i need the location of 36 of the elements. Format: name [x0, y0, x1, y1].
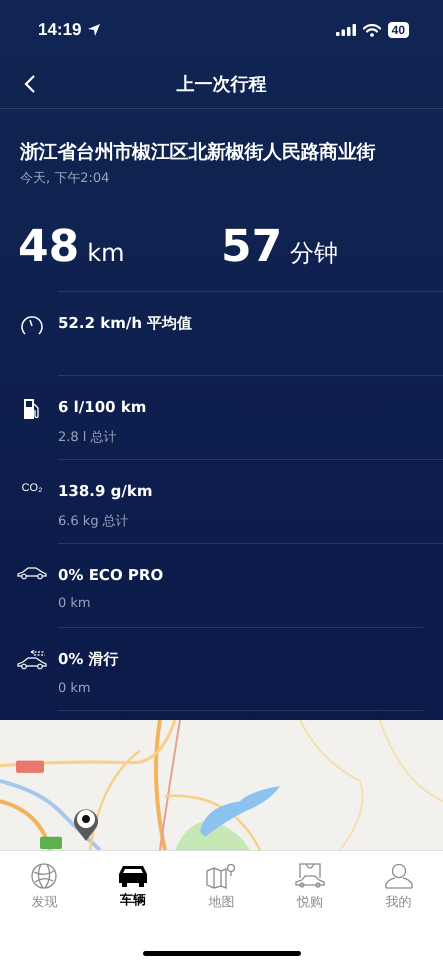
- summary-unit: 分钟: [290, 238, 338, 269]
- metric-value: 0% ECO PRO: [58, 566, 164, 584]
- trip-address: 浙江省台州市椒江区北新椒街人民路商业街: [20, 140, 376, 165]
- metric-subtitle: 2.8 l 总计: [58, 429, 118, 446]
- summary-unit: km: [87, 239, 125, 267]
- summary-value: 57: [221, 225, 282, 269]
- signal-icon: [336, 24, 356, 36]
- speedometer-icon: [20, 314, 44, 336]
- metric-value: 138.9 g/km: [58, 482, 152, 500]
- summary-value: 48: [18, 225, 80, 269]
- metric-subtitle: 0 km: [58, 681, 92, 696]
- battery-indicator: 40: [388, 22, 409, 38]
- metric-subtitle: 0 km: [58, 596, 92, 611]
- status-time: 14:19: [38, 20, 82, 40]
- metric-value: 6 l/100 km: [58, 398, 146, 416]
- page-title: 上一次行程: [176, 73, 266, 96]
- person-icon: [384, 863, 413, 889]
- tab-bar-item[interactable]: 地图: [186, 863, 256, 935]
- coasting-car-icon: [17, 650, 47, 670]
- metric-subtitle: 6.6 kg 总计: [58, 513, 130, 530]
- car-icon: [17, 566, 47, 580]
- globe-icon: [31, 863, 58, 889]
- tab-bar-item[interactable]: 车辆: [98, 863, 168, 935]
- tab-bar-item[interactable]: 悦购: [275, 863, 346, 935]
- wifi-icon: [362, 24, 381, 36]
- metric-value: 0% 滑行: [58, 650, 119, 669]
- location-arrow-icon: [87, 23, 102, 37]
- back-icon[interactable]: [24, 74, 36, 94]
- map-icon: [206, 863, 236, 889]
- car-front-icon: [116, 863, 149, 887]
- tab-bar-item[interactable]: 发现: [9, 863, 80, 935]
- co2-icon: CO₂: [22, 482, 42, 494]
- tab-bar-item[interactable]: 我的: [364, 863, 434, 935]
- metric-value: 52.2 km/h 平均值: [58, 314, 192, 333]
- shopping-bag-car-icon: [295, 863, 326, 889]
- trip-time: 今天, 下午2:04: [20, 170, 110, 187]
